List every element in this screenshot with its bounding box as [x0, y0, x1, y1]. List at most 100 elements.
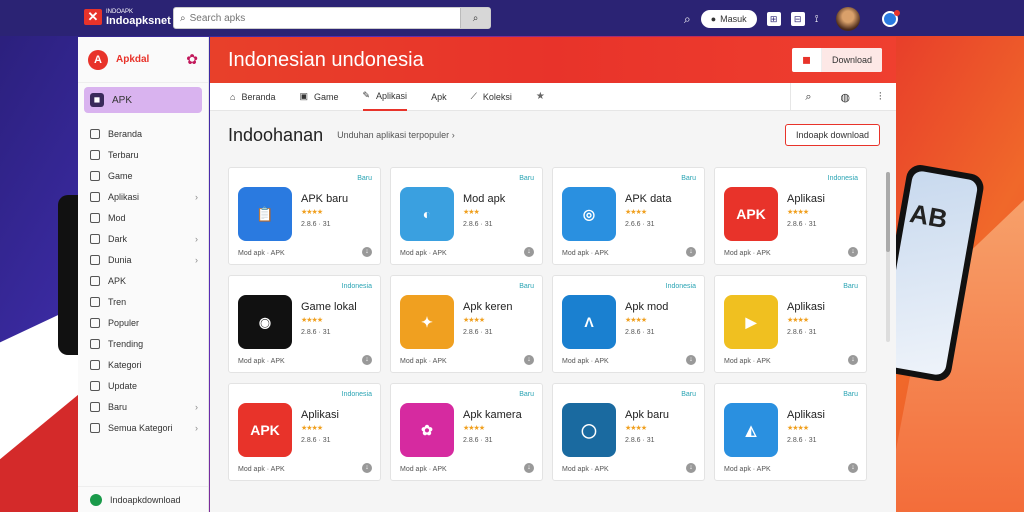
app-icon[interactable]: 📋: [238, 187, 292, 241]
section-download-button[interactable]: Indoapk download: [784, 124, 880, 146]
app-name[interactable]: Aplikasi: [787, 409, 825, 421]
star-icon[interactable]: ★: [536, 91, 545, 102]
sidebar-item[interactable]: Mod: [78, 207, 208, 228]
app-icon[interactable]: ◭: [724, 403, 778, 457]
sidebar-item[interactable]: Beranda: [78, 123, 208, 144]
app-icon[interactable]: ◐: [400, 187, 454, 241]
menu-item-icon: [90, 149, 100, 160]
avatar[interactable]: [836, 7, 861, 31]
filter-icon[interactable]: ⫶: [879, 91, 882, 104]
app-card[interactable]: Baru ◎ APK data ★★★★ 2.6.6 · 31 Mod apk · APK…: [552, 167, 705, 265]
sidebar-item[interactable]: Dark ›: [78, 228, 208, 249]
app-name[interactable]: Apk baru: [625, 409, 669, 421]
rating-stars: ★★★★: [625, 209, 647, 216]
scrollbar[interactable]: [886, 172, 890, 342]
app-icon-glyph: ◯: [581, 421, 597, 438]
settings-icon[interactable]: ⟟: [815, 14, 819, 25]
login-button[interactable]: ● Masuk: [700, 10, 757, 28]
sidebar-item[interactable]: APK: [78, 270, 208, 291]
sidebar-item[interactable]: Aplikasi ›: [78, 186, 208, 207]
sidebar-footer[interactable]: Indoapkdownload: [78, 486, 208, 512]
app-icon[interactable]: ◎: [562, 187, 616, 241]
sidebar-item[interactable]: Baru ›: [78, 396, 208, 417]
app-name[interactable]: Apk mod: [625, 301, 668, 313]
sidebar-item[interactable]: Populer: [78, 312, 208, 333]
app-name[interactable]: Apk kamera: [463, 409, 522, 421]
app-card[interactable]: Baru ◯ Apk baru ★★★★ 2.8.6 · 31 Mod apk · APK…: [552, 383, 705, 481]
app-card[interactable]: Baru ✿ Apk kamera ★★★★ 2.8.6 · 31 Mod apk · A…: [390, 383, 543, 481]
sidebar-item[interactable]: Update: [78, 375, 208, 396]
download-icon[interactable]: ↓: [362, 463, 372, 473]
notification-icon[interactable]: [882, 10, 901, 27]
app-name[interactable]: Mod apk: [463, 193, 505, 205]
app-icon[interactable]: APK: [238, 403, 292, 457]
sidebar-header[interactable]: A Apkdal ✿: [78, 37, 208, 83]
app-name[interactable]: APK baru: [301, 193, 348, 205]
sidebar-item[interactable]: Dunia ›: [78, 249, 208, 270]
sidebar-item-label: Semua Kategori: [108, 422, 173, 433]
app-card[interactable]: Baru ▶ Aplikasi ★★★★ 2.8.6 · 31 Mod apk · APK…: [714, 275, 867, 373]
app-icon-glyph: ◎: [582, 205, 596, 222]
download-icon[interactable]: ↓: [848, 355, 858, 365]
app-icon[interactable]: ◯: [562, 403, 616, 457]
download-icon[interactable]: ↓: [524, 247, 534, 257]
download-icon[interactable]: ↓: [848, 463, 858, 473]
search-icon[interactable]: ⌕: [805, 91, 811, 104]
scrollbar-thumb[interactable]: [886, 172, 890, 252]
search-input[interactable]: [189, 12, 460, 24]
gear-icon[interactable]: ✿: [186, 51, 198, 68]
app-meta: 2.8.6 · 31: [301, 221, 331, 228]
tab-beranda[interactable]: ⌂ Beranda: [230, 83, 275, 111]
search-button[interactable]: ⌕: [460, 8, 490, 28]
download-icon[interactable]: ↓: [362, 355, 372, 365]
tab-icon: ✎: [362, 90, 371, 100]
app-name[interactable]: Aplikasi: [787, 193, 825, 205]
sidebar-item[interactable]: Trending: [78, 333, 208, 354]
app-icon[interactable]: ◉: [238, 295, 292, 349]
app-icon[interactable]: ✿: [400, 403, 454, 457]
download-icon[interactable]: ↓: [524, 355, 534, 365]
download-icon[interactable]: ↓: [686, 355, 696, 365]
app-name[interactable]: Aplikasi: [787, 301, 825, 313]
app-name[interactable]: Game lokal: [301, 301, 357, 313]
app-card[interactable]: Indonesia ◉ Game lokal ★★★★ 2.8.6 · 31 Mod ap…: [228, 275, 381, 373]
info-icon[interactable]: ◍: [840, 91, 850, 104]
site-logo[interactable]: ✕ INDOAPK Indoapksnet: [84, 8, 171, 27]
app-name[interactable]: APK data: [625, 193, 671, 205]
tab-game[interactable]: ▣ Game: [299, 83, 338, 111]
sidebar-item-apk[interactable]: ◼ APK: [84, 87, 202, 113]
app-icon[interactable]: Λ: [562, 295, 616, 349]
tab-apk[interactable]: Apk: [431, 83, 447, 111]
hero-download-button[interactable]: ◼ Download: [791, 48, 882, 72]
app-name[interactable]: Aplikasi: [301, 409, 339, 421]
app-card[interactable]: Indonesia APK Aplikasi ★★★★ 2.8.6 · 31 Mod ap…: [228, 383, 381, 481]
app-name[interactable]: Apk keren: [463, 301, 513, 313]
app-meta: 2.8.6 · 31: [301, 329, 331, 336]
app-icon[interactable]: ✦: [400, 295, 454, 349]
app-footer: Mod apk · APK: [562, 358, 609, 365]
app-card[interactable]: Baru 📋 APK baru ★★★★ 2.8.6 · 31 Mod apk · APK…: [228, 167, 381, 265]
download-icon[interactable]: ↓: [686, 247, 696, 257]
apps-icon[interactable]: ⊟: [790, 12, 805, 26]
app-card[interactable]: Indonesia Λ Apk mod ★★★★ 2.8.6 · 31 Mod apk ·…: [552, 275, 705, 373]
app-card[interactable]: Baru ◐ Mod apk ★★★ 2.8.6 · 31 Mod apk · APK ↓: [390, 167, 543, 265]
download-icon[interactable]: ↓: [362, 247, 372, 257]
search-icon[interactable]: ⌕: [684, 12, 691, 27]
sidebar-item[interactable]: Terbaru: [78, 144, 208, 165]
sidebar-item[interactable]: Semua Kategori ›: [78, 417, 208, 438]
tab-koleksi[interactable]: ⟋ Koleksi: [471, 83, 512, 111]
app-icon[interactable]: APK: [724, 187, 778, 241]
tab-aplikasi[interactable]: ✎ Aplikasi: [362, 83, 408, 111]
sidebar-item[interactable]: Game: [78, 165, 208, 186]
grid-icon[interactable]: ⊞: [766, 12, 781, 26]
sidebar-item[interactable]: Tren: [78, 291, 208, 312]
app-icon[interactable]: ▶: [724, 295, 778, 349]
app-card[interactable]: Baru ✦ Apk keren ★★★★ 2.8.6 · 31 Mod apk · AP…: [390, 275, 543, 373]
app-card[interactable]: Baru ◭ Aplikasi ★★★★ 2.8.6 · 31 Mod apk · APK…: [714, 383, 867, 481]
download-icon[interactable]: ↓: [524, 463, 534, 473]
breadcrumb: Unduhan aplikasi terpopuler ›: [337, 130, 455, 140]
download-icon[interactable]: ↓: [686, 463, 696, 473]
sidebar-item[interactable]: Kategori: [78, 354, 208, 375]
download-icon[interactable]: ↓: [848, 247, 858, 257]
app-card[interactable]: Indonesia APK Aplikasi ★★★★ 2.8.6 · 31 Mod ap…: [714, 167, 867, 265]
